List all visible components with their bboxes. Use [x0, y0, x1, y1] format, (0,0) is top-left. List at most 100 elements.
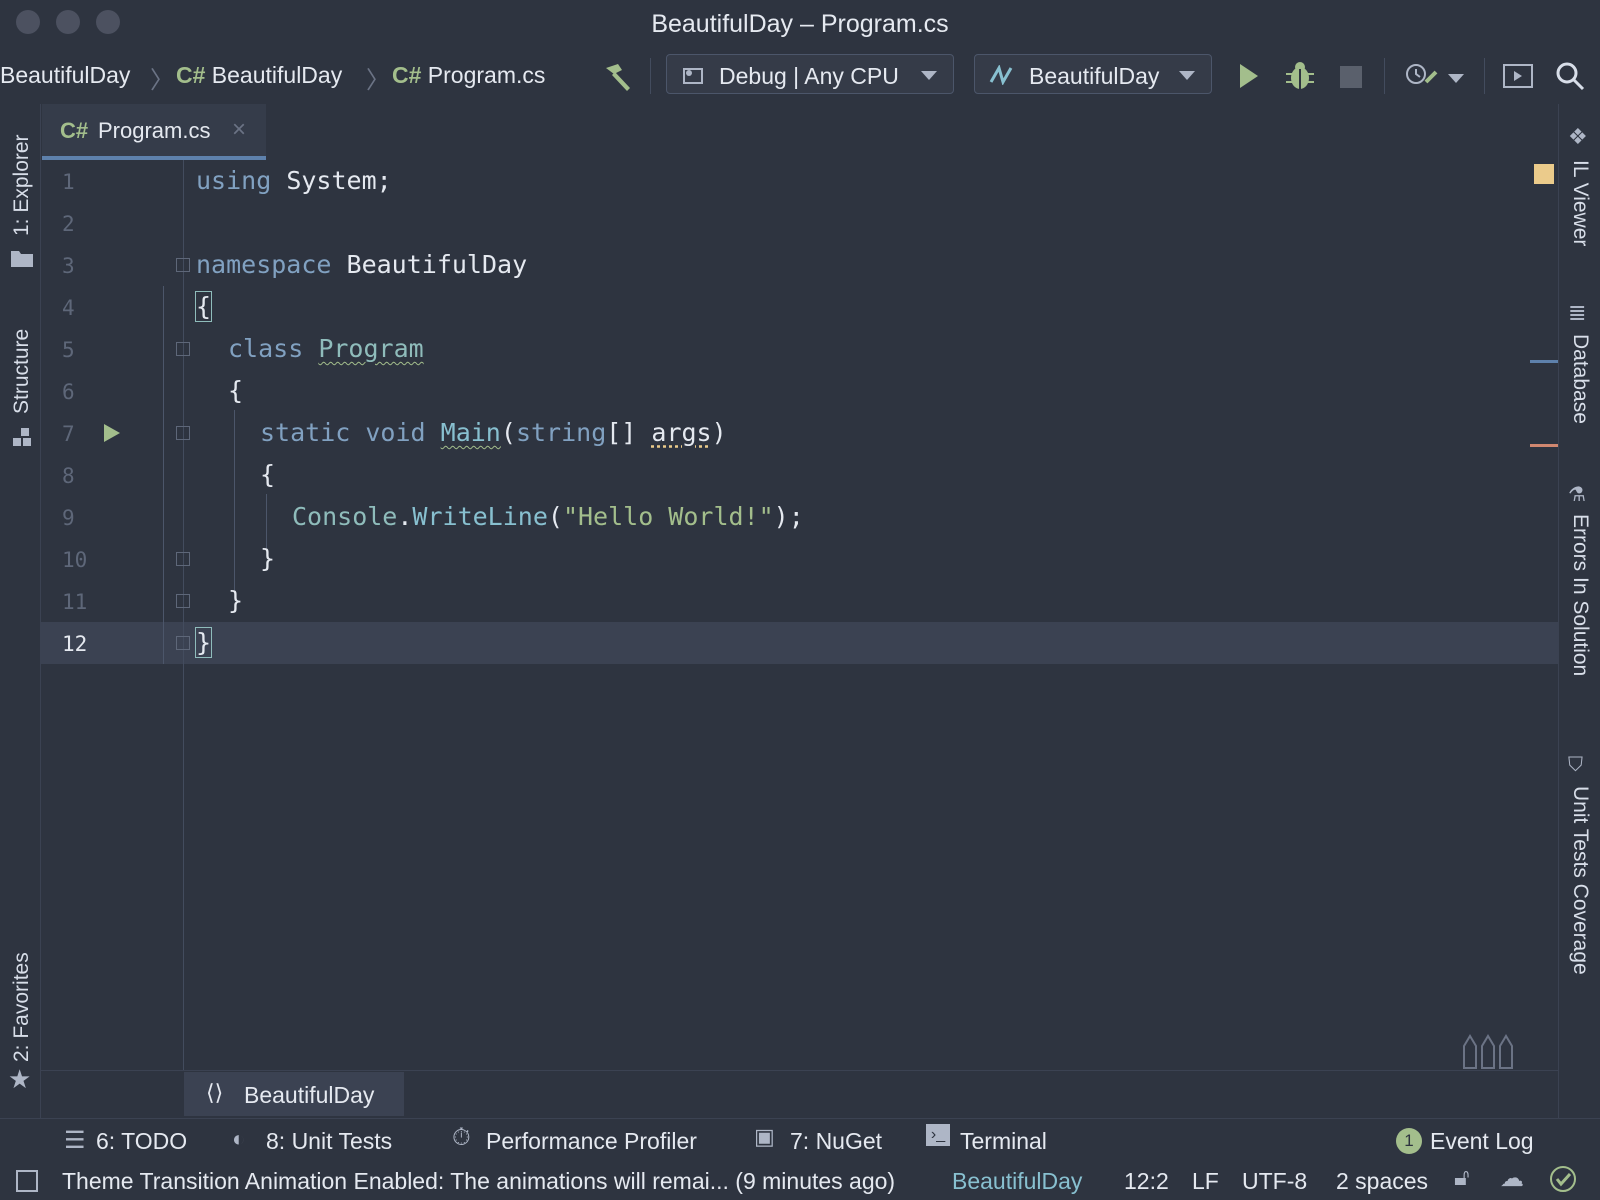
event-log-badge: 1 [1396, 1128, 1422, 1154]
fold-marker-icon[interactable] [176, 594, 190, 608]
tool-unit-tests[interactable]: 8: Unit Tests [266, 1128, 392, 1155]
code-line-1: using System; [196, 166, 392, 195]
line-number: 4 [62, 296, 75, 320]
configuration-label: Debug | Any CPU [719, 63, 899, 89]
tab-unit-tests-coverage[interactable]: Unit Tests Coverage [1568, 786, 1592, 975]
csharp-project-icon: C# [176, 62, 206, 88]
toolbar-divider [650, 58, 651, 94]
readmode-pencils-icon[interactable] [1460, 1032, 1516, 1070]
fold-marker-icon[interactable] [176, 342, 190, 356]
cloud-settings-icon[interactable]: ☁ [1500, 1164, 1524, 1193]
status-encoding[interactable]: UTF-8 [1242, 1168, 1307, 1195]
csharp-file-icon: C# [60, 118, 89, 143]
breadcrumb-solution[interactable]: BeautifulDay [0, 62, 130, 89]
code-line-10: } [260, 544, 276, 573]
line-number: 11 [62, 590, 88, 614]
inspection-status-icon[interactable] [1534, 164, 1554, 184]
star-icon: ★ [8, 1064, 32, 1094]
run-target-label: BeautifulDay [1029, 63, 1160, 89]
search-icon[interactable] [1554, 60, 1586, 92]
fold-marker-icon[interactable] [176, 426, 190, 440]
line-number: 6 [62, 380, 75, 404]
code-line-9: Console.WriteLine("Hello World!"); [292, 502, 804, 531]
breadcrumb-project[interactable]: C# BeautifulDay [176, 62, 342, 89]
fold-marker-icon[interactable] [176, 552, 190, 566]
shield-icon: ⛉ [1568, 754, 1583, 776]
chevron-down-icon [1179, 71, 1195, 80]
status-caret-position[interactable]: 12:2 [1124, 1168, 1169, 1195]
code-line-4: { [194, 291, 213, 322]
code-editor[interactable] [41, 160, 1558, 1070]
tab-errors-in-solution[interactable]: Errors In Solution [1568, 514, 1592, 676]
build-hammer-icon[interactable] [600, 60, 634, 94]
line-number: 8 [62, 464, 75, 488]
check-ok-icon[interactable] [1548, 1164, 1578, 1194]
tab-favorites[interactable]: 2: Favorites [10, 952, 34, 1062]
fold-marker-icon[interactable] [176, 636, 190, 650]
code-line-7: static void Main(string[] args) [260, 418, 727, 447]
chevron-down-icon [921, 71, 937, 80]
structure-icon [13, 428, 31, 446]
fold-marker-icon[interactable] [176, 258, 190, 272]
tab-program-cs[interactable]: C# Program.cs × [42, 104, 266, 160]
status-message[interactable]: Theme Transition Animation Enabled: The … [62, 1168, 895, 1195]
line-number: 7 [62, 422, 75, 446]
indent-guide [163, 286, 164, 664]
toolbar-divider [1384, 58, 1385, 94]
tool-todo[interactable]: 6: TODO [96, 1128, 187, 1155]
code-line-8: { [260, 460, 276, 489]
tab-explorer[interactable]: 1: Explorer [10, 134, 34, 236]
breadcrumb-separator-icon: 〉 [366, 67, 390, 94]
tool-performance-profiler[interactable]: Performance Profiler [486, 1128, 697, 1155]
namespace-icon: ⟨⟩ [206, 1080, 224, 1105]
configuration-dropdown[interactable]: Debug | Any CPU [666, 54, 954, 94]
gutter-divider [183, 160, 184, 1070]
code-line-12: } [194, 627, 213, 658]
run-window-icon[interactable] [1502, 62, 1534, 90]
profile-run-icon[interactable] [1404, 60, 1440, 92]
error-stripe-mark[interactable] [1530, 360, 1558, 363]
line-number: 2 [62, 212, 75, 236]
nav-breadcrumb-namespace[interactable]: ⟨⟩ BeautifulDay [184, 1072, 404, 1116]
run-icon[interactable] [1236, 62, 1262, 90]
status-project[interactable]: BeautifulDay [952, 1168, 1082, 1195]
tool-terminal[interactable]: Terminal [960, 1128, 1047, 1155]
indent-guide [234, 410, 235, 590]
code-line-3: namespace BeautifulDay [196, 250, 528, 279]
code-line-5: class Program [228, 334, 424, 363]
run-gutter-icon[interactable] [102, 422, 122, 444]
nuget-icon: ▣ [754, 1124, 775, 1149]
unit-tests-icon: ◐ [232, 1126, 246, 1151]
stop-icon[interactable] [1340, 66, 1362, 88]
lock-icon[interactable]: 🔓︎ [1454, 1164, 1470, 1192]
list-icon: ☰ [64, 1127, 86, 1154]
line-number: 3 [62, 254, 75, 278]
editor-tab-bar [41, 104, 1558, 160]
toolbar-divider [1484, 58, 1485, 94]
tab-label: Program.cs [98, 118, 211, 143]
tool-nuget[interactable]: 7: NuGet [790, 1128, 882, 1155]
breadcrumb-separator-icon: 〉 [150, 67, 174, 94]
tab-il-viewer[interactable]: IL Viewer [1568, 160, 1592, 246]
line-number-current: 12 [62, 632, 88, 656]
terminal-icon: ›_ [926, 1124, 950, 1146]
flask-icon: ⚗ [1568, 484, 1586, 506]
tab-structure[interactable]: Structure [10, 329, 34, 414]
code-line-11: } [228, 586, 244, 615]
nav-breadcrumb-label: BeautifulDay [244, 1082, 375, 1108]
status-indent[interactable]: 2 spaces [1336, 1168, 1428, 1195]
tab-database[interactable]: Database [1568, 334, 1592, 424]
line-number: 9 [62, 506, 75, 530]
config-gear-icon [683, 68, 703, 84]
close-icon[interactable]: × [232, 116, 246, 144]
folder-icon [11, 251, 33, 267]
tool-event-log[interactable]: Event Log [1430, 1128, 1534, 1155]
status-line-ending[interactable]: LF [1192, 1168, 1219, 1195]
csharp-file-icon: C# [392, 62, 422, 88]
toggle-tool-windows-icon[interactable] [16, 1170, 38, 1192]
breadcrumb-file[interactable]: C# Program.cs [392, 62, 545, 89]
debug-bug-icon[interactable] [1284, 60, 1316, 92]
error-stripe-mark[interactable] [1530, 444, 1558, 447]
run-target-dropdown[interactable]: BeautifulDay [974, 54, 1212, 94]
chevron-down-icon[interactable] [1448, 74, 1464, 83]
